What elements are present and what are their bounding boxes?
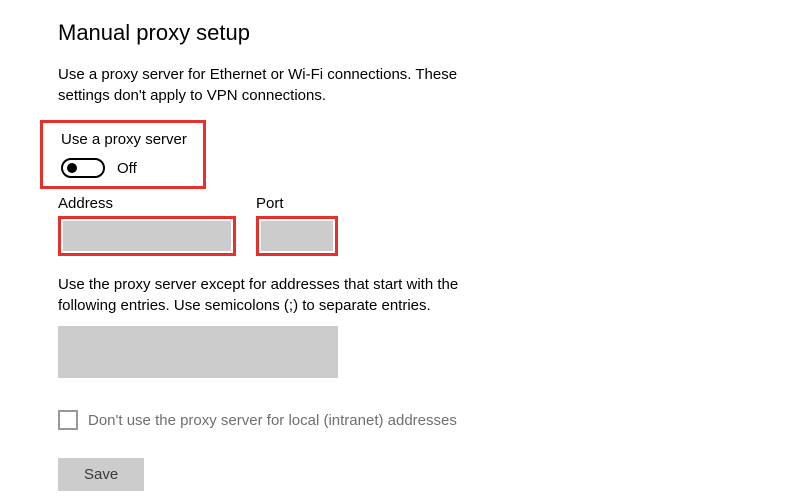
bypass-local-checkbox[interactable] <box>58 410 78 430</box>
port-highlight <box>256 216 338 256</box>
exceptions-description: Use the proxy server except for addresse… <box>58 274 488 316</box>
page-title: Manual proxy setup <box>58 20 800 46</box>
port-label: Port <box>256 195 338 212</box>
toggle-knob-icon <box>67 163 77 173</box>
port-input[interactable] <box>261 221 333 251</box>
address-highlight <box>58 216 236 256</box>
save-button[interactable]: Save <box>58 458 144 491</box>
address-label: Address <box>58 195 236 212</box>
proxy-toggle-state: Off <box>117 160 137 177</box>
proxy-toggle-label: Use a proxy server <box>61 131 193 148</box>
bypass-local-label: Don't use the proxy server for local (in… <box>88 412 457 429</box>
proxy-toggle[interactable] <box>61 158 105 178</box>
exceptions-input[interactable] <box>58 326 338 378</box>
toggle-highlight: Use a proxy server Off <box>40 120 206 189</box>
address-input[interactable] <box>63 221 231 251</box>
proxy-description: Use a proxy server for Ethernet or Wi-Fi… <box>58 64 488 106</box>
